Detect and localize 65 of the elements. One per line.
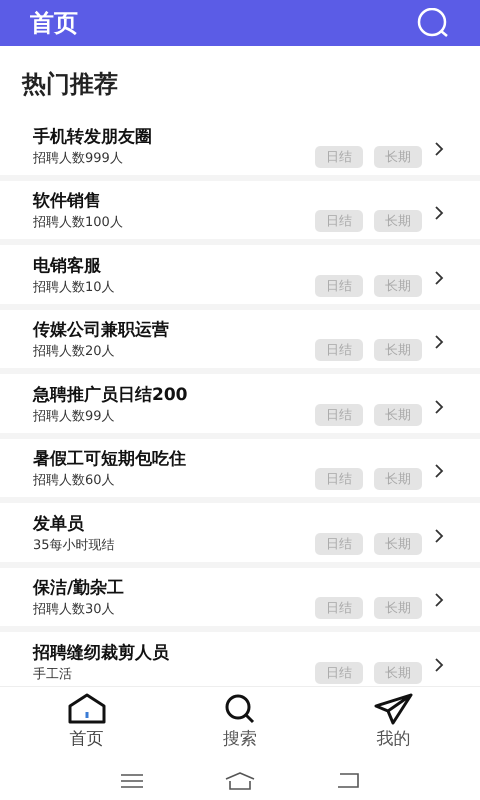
job-subtitle: 35每小时现结	[33, 536, 116, 554]
job-tag: 长期	[374, 532, 422, 554]
job-tag: 日结	[315, 662, 363, 684]
job-item[interactable]: 招聘缝纫裁剪人员 手工活 日结 长期	[0, 632, 480, 686]
chevron-icon	[434, 205, 444, 221]
job-tag: 长期	[374, 468, 422, 490]
job-tag: 日结	[315, 146, 363, 168]
job-tag: 长期	[374, 274, 422, 296]
chevron-icon	[434, 656, 444, 672]
job-item[interactable]: 发单员 35每小时现结 日结 长期	[0, 503, 480, 562]
job-tag: 日结	[315, 339, 363, 361]
job-tag: 长期	[374, 339, 422, 361]
job-tag: 日结	[315, 210, 363, 232]
chevron-icon	[434, 270, 444, 286]
job-subtitle: 招聘人数30人	[33, 601, 116, 619]
job-title: 软件销售	[33, 190, 102, 213]
chevron-icon	[434, 528, 444, 544]
job-tag: 长期	[374, 210, 422, 232]
tab[interactable]: 搜索	[180, 687, 300, 762]
chevron-icon	[434, 140, 444, 156]
job-subtitle: 招聘人数99人	[33, 408, 116, 426]
page-title: 首页	[30, 8, 78, 39]
chevron-icon	[434, 334, 444, 350]
job-title: 急聘推广员日结200	[33, 384, 188, 406]
search-icon[interactable]	[416, 8, 450, 38]
tab[interactable]: 我的	[333, 687, 454, 762]
job-tag: 日结	[315, 532, 363, 554]
job-subtitle: 招聘人数100人	[33, 214, 124, 232]
job-tag: 长期	[374, 146, 422, 168]
menu-icon[interactable]	[120, 773, 144, 789]
job-subtitle: 招聘人数60人	[33, 472, 116, 490]
job-item[interactable]: 软件销售 招聘人数100人 日结 长期	[0, 180, 480, 239]
job-tag: 长期	[374, 404, 422, 426]
job-item[interactable]: 传媒公司兼职运营 招聘人数20人 日结 长期	[0, 310, 480, 368]
job-item[interactable]: 保洁/勤杂工 招聘人数30人 日结 长期	[0, 568, 480, 626]
job-tag: 长期	[374, 597, 422, 619]
home-icon[interactable]	[224, 772, 256, 790]
job-item[interactable]: 急聘推广员日结200 招聘人数99人 日结 长期	[0, 374, 480, 432]
job-tag: 日结	[315, 597, 363, 619]
job-item[interactable]: 电销客服 招聘人数10人 日结 长期	[0, 245, 480, 304]
chevron-icon	[434, 463, 444, 479]
job-tag: 日结	[315, 468, 363, 490]
job-item[interactable]: 手机转发朋友圈 招聘人数999人 日结 长期	[0, 116, 480, 174]
job-title: 手机转发朋友圈	[33, 126, 153, 148]
job-tag: 长期	[374, 662, 422, 684]
tab[interactable]: 首页	[26, 687, 147, 762]
job-title: 招聘缝纫裁剪人员	[33, 642, 170, 664]
job-tag: 日结	[315, 274, 363, 296]
job-title: 暑假工可短期包吃住	[33, 448, 187, 471]
job-tag: 日结	[315, 404, 363, 426]
job-subtitle: 招聘人数999人	[33, 150, 124, 168]
job-title: 电销客服	[33, 254, 102, 278]
job-item[interactable]: 暑假工可短期包吃住 招聘人数60人 日结 长期	[0, 438, 480, 497]
job-title: 保洁/勤杂工	[33, 577, 126, 600]
job-title: 发单员	[33, 512, 85, 536]
job-subtitle: 招聘人数10人	[33, 278, 116, 296]
job-subtitle: 手工活	[33, 666, 73, 684]
job-subtitle: 招聘人数20人	[33, 343, 116, 361]
job-title: 传媒公司兼职运营	[33, 319, 170, 342]
back-icon[interactable]	[336, 773, 360, 789]
send-icon	[373, 693, 414, 725]
chevron-icon	[434, 398, 444, 414]
section-title: 热门推荐	[20, 69, 119, 100]
chevron-icon	[434, 592, 444, 608]
home-icon	[66, 693, 107, 725]
